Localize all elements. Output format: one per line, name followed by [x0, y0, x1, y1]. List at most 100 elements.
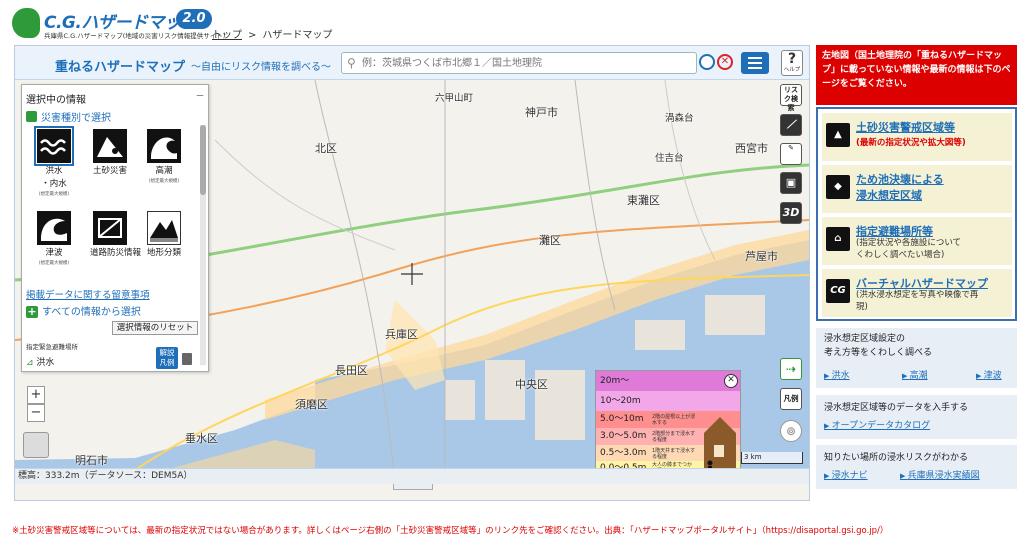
hazard-label-2: ・内水 [41, 179, 67, 189]
flood-icon [34, 126, 74, 166]
info-text: 考え方等をくわしく調べる [824, 348, 933, 358]
virtual-hazard-map-link[interactable]: CG バーチャルハザードマップ (洪水浸水想定を写真や映像で再 現) [822, 269, 1012, 317]
menu-button[interactable] [741, 52, 769, 74]
data-caution-link[interactable]: 掲載データに関する留意事項 [26, 287, 150, 301]
address-search-box: ⚲ [341, 52, 697, 74]
zoom-out-button[interactable]: − [27, 404, 45, 422]
link-title-2: 浸水想定区域 [856, 189, 922, 202]
open-data-catalog-link[interactable]: オープンデータカタログ [824, 418, 930, 431]
house-depth-illustration [704, 417, 736, 475]
place-label: 須磨区 [295, 398, 328, 411]
place-label: 垂水区 [185, 432, 218, 445]
flood-link[interactable]: 洪水 [824, 368, 850, 381]
evacuation-icon[interactable]: ⇢ [780, 358, 802, 380]
port-pier-3 [705, 295, 765, 335]
active-layer-name: 洪水 [36, 358, 55, 368]
depth-row: 20m〜 [596, 371, 740, 391]
storm-surge-link[interactable]: 高潮 [902, 368, 928, 381]
risk-search-tool[interactable]: リスク検索 [780, 84, 802, 112]
hazard-landslide-button[interactable]: 土砂災害 [90, 129, 130, 176]
depth-description: 2階部分まで浸水する程度 [652, 431, 696, 443]
hyogo-flood-record-link[interactable]: 兵庫県浸水実績図 [900, 468, 980, 481]
reset-selection-button[interactable]: 選択情報のリセット [112, 321, 198, 335]
reservoir-icon: ◆ [826, 175, 850, 199]
measure-icon[interactable]: ⟋ [780, 114, 802, 136]
place-label: 芦屋市 [745, 250, 778, 263]
plus-icon: + [26, 305, 38, 318]
hazard-terrain-button[interactable]: 地形分類 [144, 211, 184, 258]
source-footnote: ※土砂災害警戒区域等については、最新の指定状況ではない場合があります。詳しくはペ… [12, 526, 889, 536]
hazard-label: 地形分類 [146, 248, 181, 258]
depth-range: 5.0〜10m [600, 414, 644, 424]
place-label: 兵庫区 [385, 328, 418, 341]
select-from-all-info[interactable]: + すべての情報から選択 [26, 303, 141, 318]
hazard-road-button[interactable]: 道路防災情報 [90, 211, 141, 258]
hazard-category-label: 災害種別で選択 [41, 113, 111, 124]
map-canvas[interactable]: 神戸市 六甲山町 渦森台 住吉台 北区 西宮市 東灘区 灘区 芦屋市 中央区 兵… [15, 80, 809, 500]
place-label: 六甲山町 [435, 93, 474, 104]
selected-info-panel: 選択中の情報 － 災害種別で選択 洪水 ・内水 (想定最大規模) 土砂災害 高潮… [21, 84, 209, 372]
panel-scrollbar[interactable] [200, 125, 206, 365]
logo-version: 2.0 [176, 9, 212, 29]
zoom-in-button[interactable]: + [27, 386, 45, 404]
place-label: 中央区 [515, 378, 548, 391]
map-toolbar: 重ねるハザードマップ 〜自由にリスク情報を調べる〜 ⚲ ✕ ? ヘルプ [15, 46, 809, 80]
flood-assumption-box: 浸水想定区域設定の 考え方等をくわしく調べる 洪水 高潮 津波 [816, 328, 1017, 388]
hazard-flood-button[interactable]: 洪水 ・内水 (想定最大規模) [34, 126, 74, 197]
address-search-input[interactable] [362, 55, 692, 71]
legend-explain-button[interactable]: 解説凡例 [156, 347, 178, 369]
active-layer: ⊿ 洪水 [26, 355, 54, 368]
close-legend-button[interactable]: ✕ [724, 374, 738, 388]
help-icon: ? [787, 51, 797, 67]
shelter-icon: ⌂ [826, 227, 850, 251]
link-title: ため池決壊による [856, 173, 944, 186]
link-description-2: 現) [856, 302, 868, 312]
legend-button[interactable]: 凡例 [780, 388, 802, 410]
tsunami-icon [37, 211, 71, 245]
tsunami-link[interactable]: 津波 [976, 368, 1002, 381]
current-location-icon[interactable]: ⊚ [780, 420, 802, 442]
link-description-2: くわしく調べたい場合) [856, 250, 945, 260]
depth-range: 20m〜 [600, 376, 630, 386]
link-title: 土砂災害警戒区域等 [856, 121, 955, 134]
hazard-label: 高潮 [155, 166, 173, 176]
shelter-link[interactable]: ⌂ 指定避難場所等 (指定状況や各施設について くわしく調べたい場合) [822, 217, 1012, 265]
flood-depth-legend: 20m〜 10〜20m 5.0〜10m 2階の屋根以上が浸水する 3.0〜5.0m… [595, 370, 741, 476]
hazard-label: 津波 [45, 248, 63, 258]
link-description: (洪水浸水想定を写真や映像で再 [856, 290, 979, 300]
trash-icon[interactable] [182, 353, 192, 365]
hamburger-icon [748, 57, 762, 59]
minor-road [214, 139, 396, 251]
basemap-switch-button[interactable] [23, 432, 49, 458]
shelter-layer-label: 指定緊急避難場所 [26, 343, 78, 351]
site-logo[interactable]: C.G.ハザードマップ 2.0 兵庫県C.G.ハザードマップ(地域の災害リスク情… [12, 6, 225, 40]
collapse-panel-button[interactable]: － [194, 89, 206, 102]
place-label: 神戸市 [525, 106, 558, 119]
select-by-hazard-type[interactable]: 災害種別で選択 [26, 109, 111, 124]
search-icon: ⚲ [347, 56, 356, 70]
3d-view-button[interactable]: 3D [780, 202, 802, 224]
hazard-tsunami-button[interactable]: 津波 (想定最大規模) [34, 211, 74, 266]
scale-bar: 3 km [741, 452, 803, 464]
landslide-zone-link[interactable]: ▲ 土砂災害警戒区域等 (最新の指定状況や拡大図等) [822, 113, 1012, 161]
hazard-storm-surge-button[interactable]: 高潮 (想定最大規模) [144, 129, 184, 184]
elevation-readout: 標高：333.2m（データソース：DEM5A） [15, 468, 809, 484]
search-button[interactable] [699, 54, 715, 70]
related-links-box: ▲ 土砂災害警戒区域等 (最新の指定状況や拡大図等) ◆ ため池決壊による 浸水… [816, 107, 1017, 321]
minor-road-2 [664, 80, 716, 261]
road-closure-icon [93, 211, 127, 245]
toolbox-icon[interactable]: ▣ [780, 172, 802, 194]
help-button[interactable]: ? ヘルプ [781, 50, 803, 76]
place-label: 住吉台 [655, 153, 684, 164]
place-label: 東灘区 [627, 194, 660, 207]
draw-icon[interactable]: ✎ [780, 143, 802, 165]
hazard-label: 洪水 [45, 166, 63, 176]
scrollbar-thumb[interactable] [200, 125, 206, 195]
reservoir-flood-link[interactable]: ◆ ため池決壊による 浸水想定区域 [822, 165, 1012, 213]
map-title: 重ねるハザードマップ [55, 60, 186, 75]
info-text: 浸水想定区域設定の [824, 334, 906, 344]
flood-navi-link[interactable]: 浸水ナビ [824, 468, 868, 481]
map-subtitle: 〜自由にリスク情報を調べる〜 [191, 62, 331, 73]
breadcrumb-top-link[interactable]: トップ [212, 30, 242, 41]
clear-search-button[interactable]: ✕ [717, 54, 733, 70]
